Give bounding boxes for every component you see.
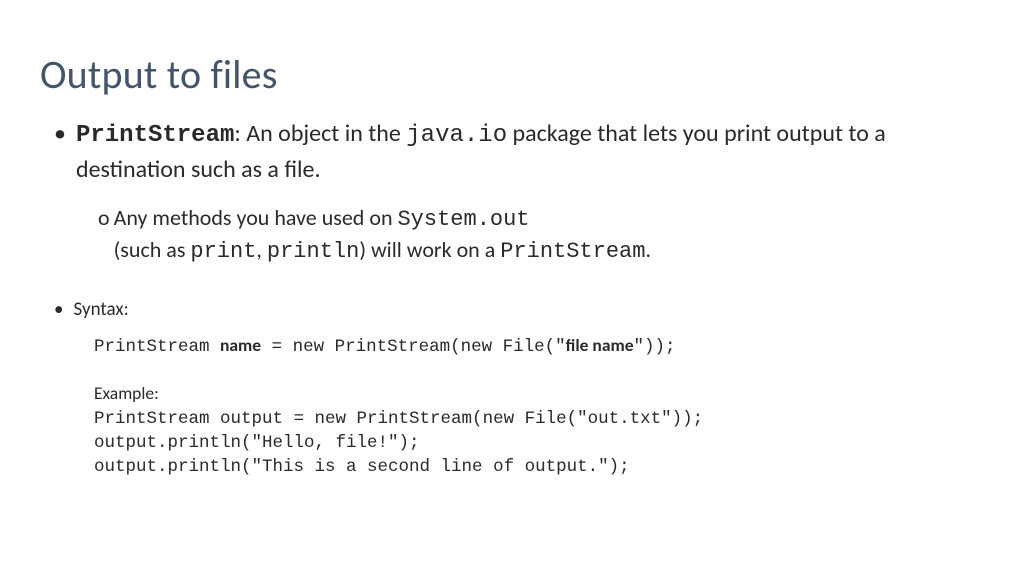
example-line-1: PrintStream output = new PrintStream(new… [94, 407, 984, 431]
bullet-dot-icon: • [54, 297, 63, 323]
syntax-name-placeholder: name [220, 334, 261, 356]
bullet-dot-icon: • [54, 117, 66, 151]
sub-bullet-text: Any methods you have used on System.out … [114, 203, 984, 267]
syntax-seg-b: = new PrintStream(new File(" [261, 337, 566, 357]
example-label: Example: [94, 381, 984, 405]
bullet-1: • PrintStream: An object in the java.io … [40, 117, 984, 187]
term-printstream-2: PrintStream [500, 239, 645, 264]
term-print: print [190, 239, 256, 264]
syntax-code-block: PrintStream name = new PrintStream(new F… [94, 333, 984, 479]
example-line-3: output.println("This is a second line of… [94, 455, 984, 479]
sub-seg-2g: . [645, 236, 651, 263]
syntax-label: Syntax: [73, 297, 128, 323]
syntax-seg-a: PrintStream [94, 337, 220, 357]
term-println: println [267, 239, 359, 264]
sub-bullet: o Any methods you have used on System.ou… [40, 203, 984, 267]
term-javaio: java.io [406, 122, 507, 149]
slide-title: Output to files [40, 50, 984, 99]
bullet-syntax: • Syntax: [40, 297, 984, 323]
syntax-seg-c: ")); [634, 337, 676, 357]
sub-seg-2c: , [256, 236, 266, 263]
example-line-2: output.println("Hello, file!"); [94, 431, 984, 455]
sub-seg-1a: Any methods you have used on [114, 204, 398, 231]
term-systemout: System.out [397, 207, 529, 232]
term-printstream: PrintStream [76, 122, 234, 149]
sub-seg-2a: (such as [114, 236, 191, 263]
sub-bullet-marker: o [98, 203, 110, 233]
bullet-1-seg-a: : An object in the [234, 119, 406, 148]
sub-seg-2e: ) will work on a [359, 236, 500, 263]
bullet-1-text: PrintStream: An object in the java.io pa… [76, 117, 984, 187]
syntax-filename-placeholder: file name [566, 334, 634, 356]
syntax-code-line: PrintStream name = new PrintStream(new F… [94, 333, 984, 359]
